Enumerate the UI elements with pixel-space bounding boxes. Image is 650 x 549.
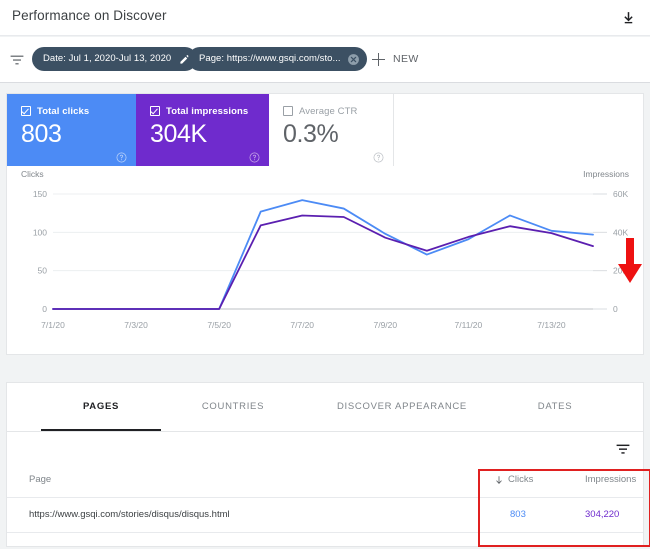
help-circle-icon[interactable] (249, 150, 260, 161)
filter-icon[interactable] (9, 52, 25, 68)
total-clicks-value: 803 (21, 121, 136, 147)
filter-bar: Date: Jul 1, 2020-Jul 13, 2020 Page: htt… (0, 37, 650, 83)
tab-countries[interactable]: COUNTRIES (165, 383, 301, 430)
new-filter-label: NEW (393, 53, 419, 65)
svg-text:Impressions: Impressions (583, 169, 629, 179)
average-ctr-checkbox[interactable] (283, 106, 293, 116)
dimension-table-card: PAGES COUNTRIES DISCOVER APPEARANCE DATES P… (6, 382, 644, 547)
cell-impressions: 304,220 (585, 509, 619, 520)
chip-page-filter[interactable]: Page: https://www.gsqi.com/sto... (188, 47, 367, 71)
chart-svg: Clicks Impressions 0 50 100 150 0 20K 40K 60K 7/1/… (7, 166, 643, 354)
svg-text:0: 0 (42, 304, 47, 314)
tab-label: PAGES (83, 401, 119, 412)
metric-card-average-ctr[interactable]: Average CTR 0.3% (269, 94, 394, 166)
dimension-tabs: PAGES COUNTRIES DISCOVER APPEARANCE DATES (7, 383, 643, 432)
tab-label: DATES (538, 401, 572, 412)
svg-text:7/7/20: 7/7/20 (290, 320, 314, 330)
svg-text:150: 150 (33, 189, 47, 199)
tab-discover-appearance[interactable]: DISCOVER APPEARANCE (307, 383, 497, 430)
tab-pages[interactable]: PAGES (33, 383, 169, 430)
tab-label: COUNTRIES (202, 401, 264, 412)
time-series-plot: Clicks Impressions 0 50 100 150 0 20K 40K 60K 7/1/… (7, 166, 643, 354)
svg-text:Clicks: Clicks (21, 169, 44, 179)
page-title: Performance on Discover (12, 8, 167, 23)
performance-chart-card: Total clicks 803 Total impressions 304K (6, 93, 644, 355)
svg-text:50: 50 (38, 266, 48, 276)
new-filter-button[interactable]: NEW (371, 48, 419, 70)
metric-card-total-clicks[interactable]: Total clicks 803 (7, 94, 136, 166)
total-impressions-label: Total impressions (166, 106, 248, 117)
table-filter-icon[interactable] (615, 441, 631, 457)
average-ctr-value: 0.3% (283, 121, 393, 147)
close-circle-icon[interactable] (347, 52, 361, 66)
plus-icon (371, 52, 386, 67)
tab-dates[interactable]: DATES (487, 383, 623, 430)
svg-text:60K: 60K (613, 189, 628, 199)
total-impressions-value: 304K (150, 121, 269, 147)
cell-page-url[interactable]: https://www.gsqi.com/stories/disqus/disq… (29, 509, 230, 520)
svg-text:7/13/20: 7/13/20 (537, 320, 566, 330)
column-header-page[interactable]: Page (29, 474, 51, 485)
tab-label: DISCOVER APPEARANCE (337, 401, 467, 412)
svg-text:100: 100 (33, 227, 47, 237)
cell-clicks: 803 (510, 509, 526, 520)
table-header-row: Page Clicks Impressions (7, 463, 643, 498)
page-header: Performance on Discover (0, 0, 650, 36)
download-icon (621, 11, 636, 26)
column-header-clicks-label: Clicks (508, 474, 533, 485)
sort-descending-arrow-icon (494, 475, 504, 485)
svg-text:40K: 40K (613, 227, 628, 237)
download-button[interactable] (614, 4, 642, 32)
svg-text:7/3/20: 7/3/20 (124, 320, 148, 330)
svg-text:7/1/20: 7/1/20 (41, 320, 65, 330)
svg-text:0: 0 (613, 304, 618, 314)
svg-text:20K: 20K (613, 266, 628, 276)
table-row[interactable]: https://www.gsqi.com/stories/disqus/disq… (7, 497, 643, 533)
svg-text:7/5/20: 7/5/20 (207, 320, 231, 330)
column-header-impressions[interactable]: Impressions (585, 474, 636, 485)
chip-date-label: Date: Jul 1, 2020-Jul 13, 2020 (43, 54, 171, 64)
column-header-clicks[interactable]: Clicks (494, 474, 533, 485)
total-clicks-label: Total clicks (37, 106, 89, 117)
help-circle-icon[interactable] (373, 150, 384, 161)
help-circle-icon[interactable] (116, 150, 127, 161)
svg-text:7/9/20: 7/9/20 (373, 320, 397, 330)
performance-report-page: Performance on Discover Date: Jul 1, 202… (0, 0, 650, 549)
chip-page-label: Page: https://www.gsqi.com/sto... (199, 54, 341, 64)
chip-date-filter[interactable]: Date: Jul 1, 2020-Jul 13, 2020 (32, 47, 197, 71)
metric-card-total-impressions[interactable]: Total impressions 304K (136, 94, 269, 166)
active-tab-underline (41, 429, 161, 431)
svg-text:7/11/20: 7/11/20 (455, 320, 483, 330)
metric-cards: Total clicks 803 Total impressions 304K (7, 94, 394, 166)
average-ctr-label: Average CTR (299, 106, 357, 117)
total-impressions-checkbox[interactable] (150, 106, 160, 116)
total-clicks-checkbox[interactable] (21, 106, 31, 116)
